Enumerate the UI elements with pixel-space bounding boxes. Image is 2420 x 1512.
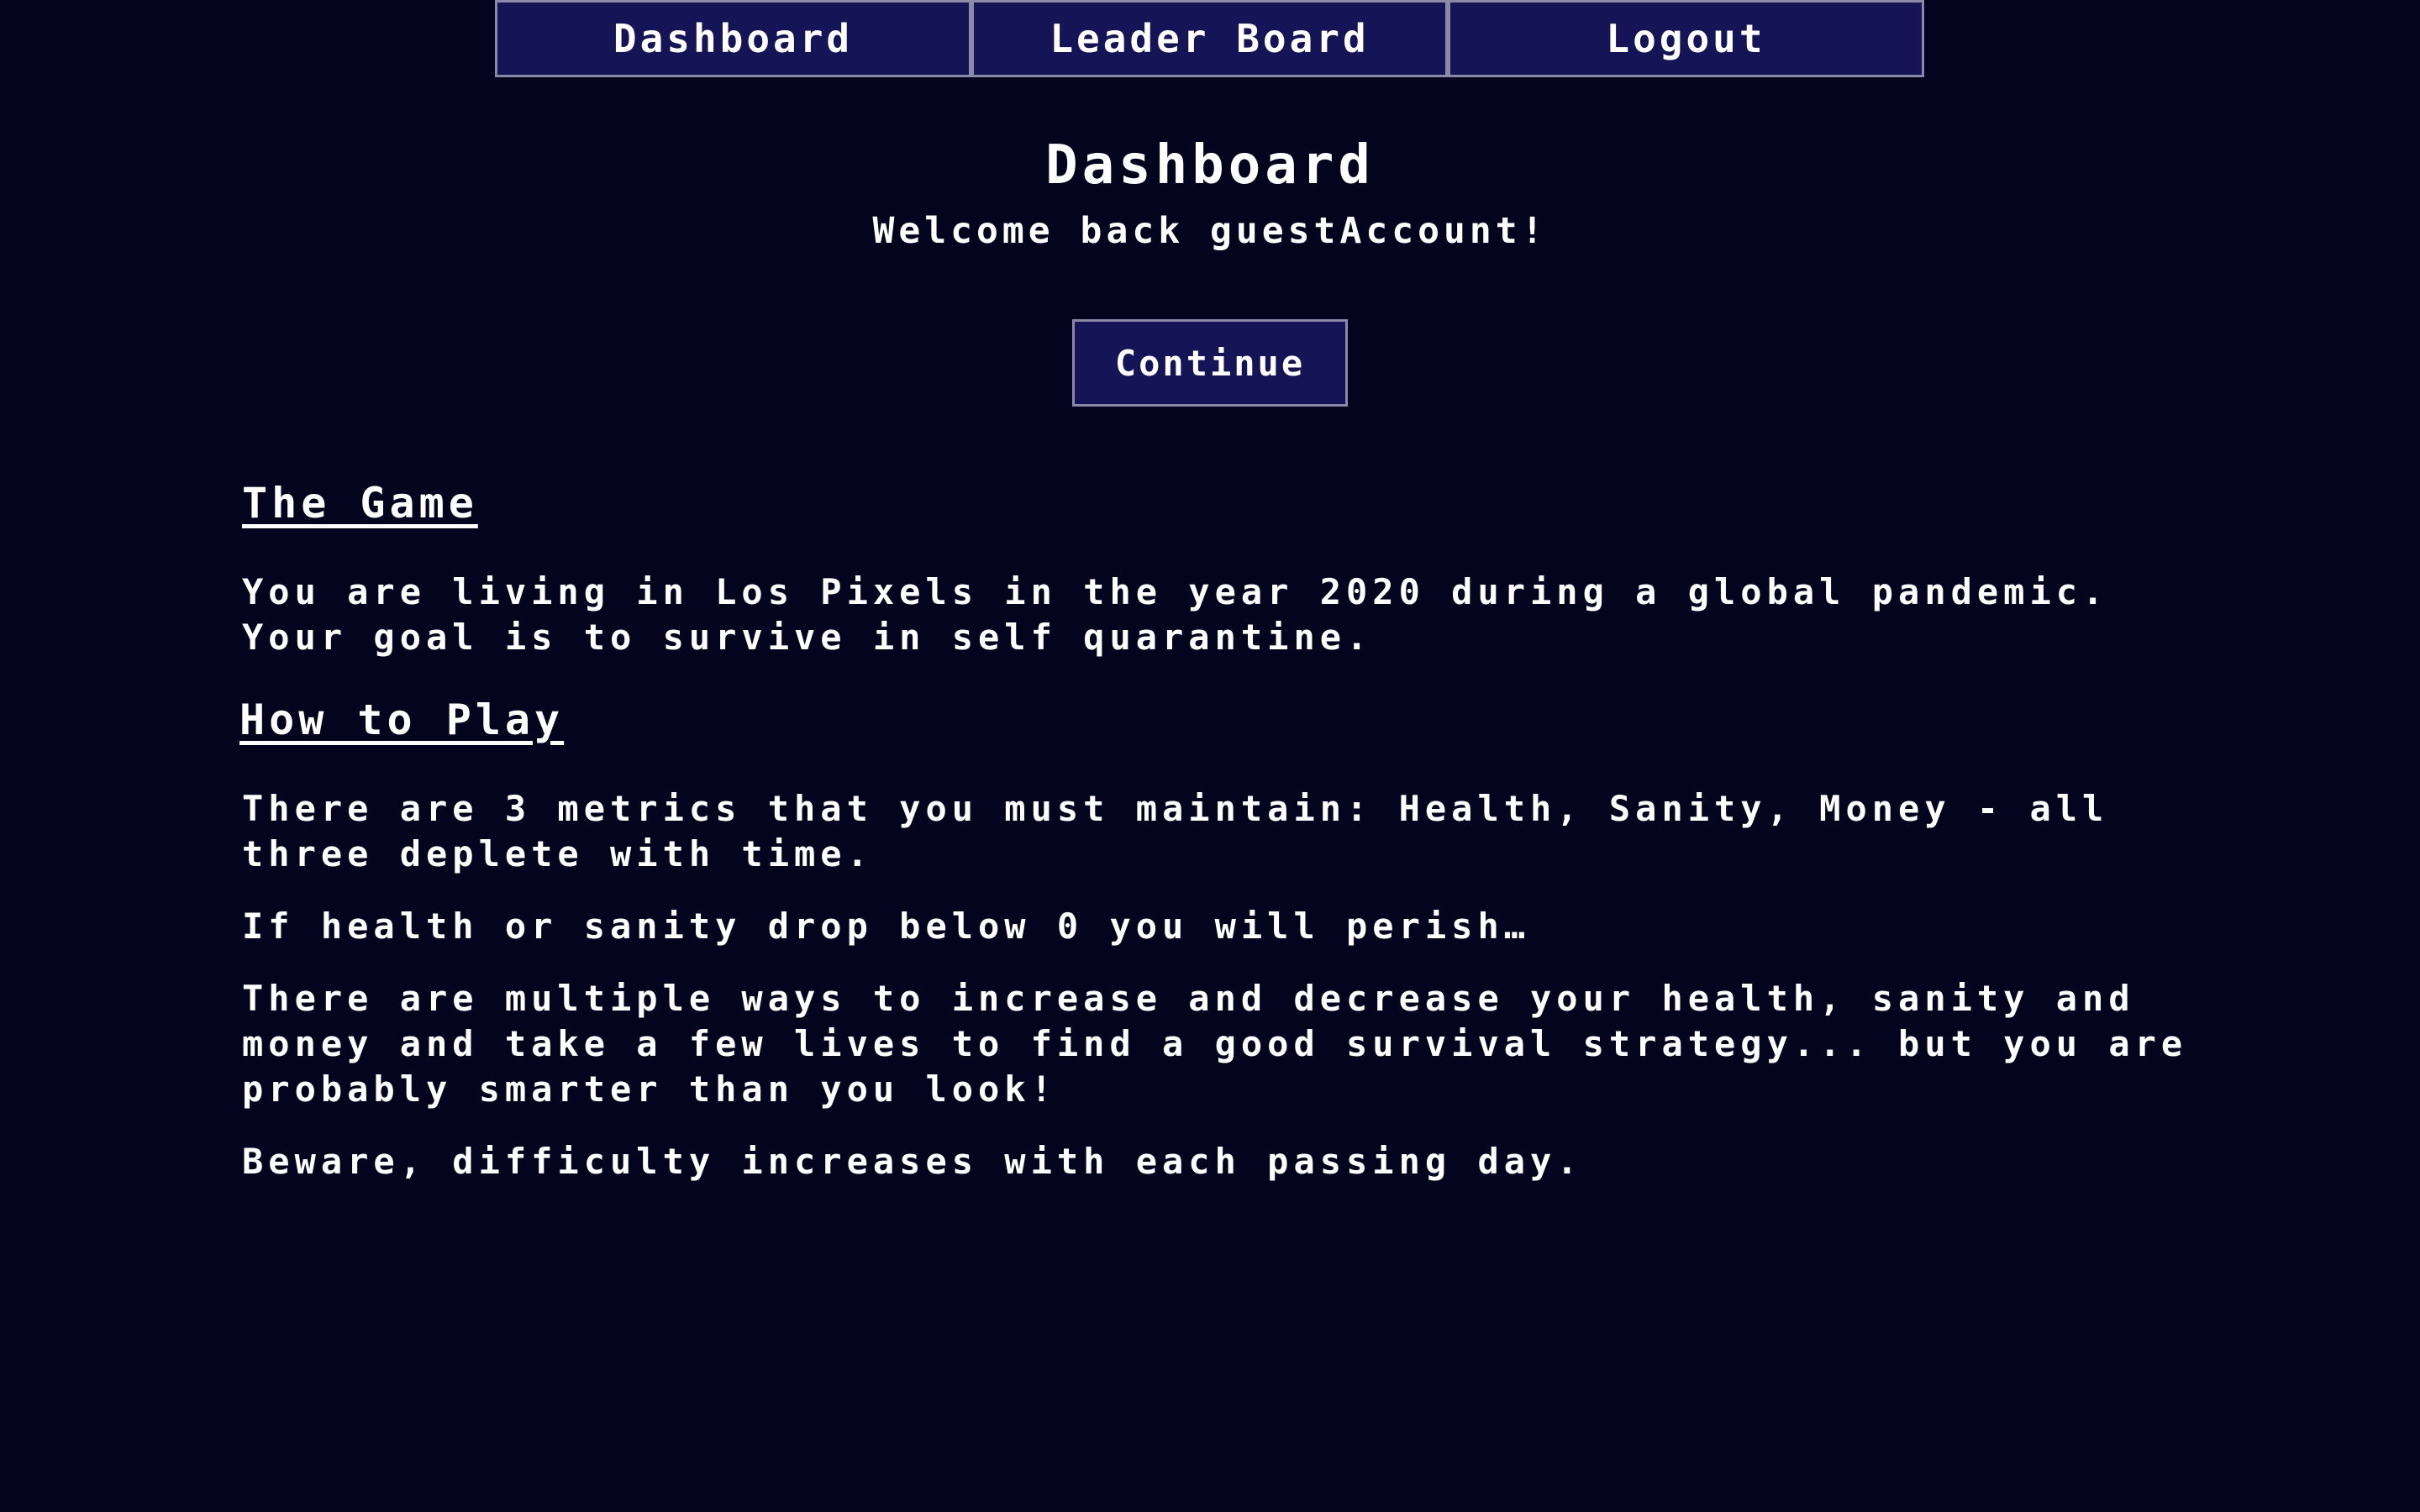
- nav-dashboard-button[interactable]: Dashboard: [495, 0, 971, 77]
- how-to-play-paragraph-metrics: There are 3 metrics that you must mainta…: [242, 788, 2109, 874]
- how-to-play-paragraph-perish: If health or sanity drop below 0 you wil…: [242, 906, 1531, 947]
- welcome-message: Welcome back guestAccount!: [872, 210, 1548, 252]
- nav-leaderboard-button[interactable]: Leader Board: [971, 0, 1448, 77]
- nav-logout-button[interactable]: Logout: [1448, 0, 1924, 77]
- how-to-play-paragraph-strategy: There are multiple ways to increase and …: [242, 978, 2188, 1110]
- page-title: Dashboard: [1045, 134, 1375, 197]
- page: Dashboard Leader Board Logout Dashboard …: [0, 0, 2420, 1512]
- top-nav: Dashboard Leader Board Logout: [495, 0, 1924, 77]
- how-to-play-paragraph-difficulty: Beware, difficulty increases with each p…: [242, 1141, 1583, 1182]
- continue-button[interactable]: Continue: [1072, 319, 1348, 407]
- instructions-section: The Game You are living in Los Pixels in…: [239, 470, 2200, 1211]
- game-heading: The Game: [242, 479, 478, 528]
- game-description: You are living in Los Pixels in the year…: [242, 571, 2109, 658]
- how-to-play-heading: How to Play: [239, 696, 565, 744]
